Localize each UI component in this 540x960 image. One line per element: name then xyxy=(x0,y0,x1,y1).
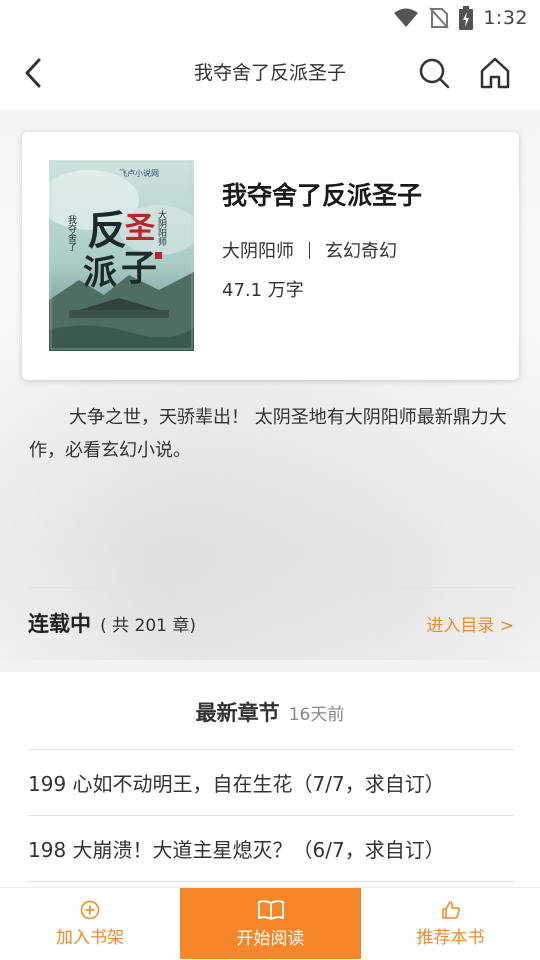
home-button[interactable] xyxy=(478,56,512,90)
recommend-book-button[interactable]: 推荐本书 xyxy=(361,888,540,959)
bottom-action-bar: 加入书架 开始阅读 推荐本书 xyxy=(0,887,540,960)
add-circle-icon xyxy=(80,900,100,919)
divider xyxy=(28,587,514,588)
thumbs-up-icon xyxy=(441,900,460,919)
search-icon xyxy=(419,58,450,89)
back-button[interactable] xyxy=(18,56,48,90)
divider xyxy=(28,749,514,750)
recommend-book-label: 推荐本书 xyxy=(416,927,485,948)
serial-status-row: 连载中 ( 共 201 章) 进入目录 > xyxy=(28,608,514,642)
back-arrow-icon xyxy=(25,58,41,88)
chapter-item[interactable]: 199 心如不动明王，自在生花（7/7，求自订） xyxy=(28,768,514,797)
no-sim-icon xyxy=(429,7,450,29)
page-title: 我夺舍了反派圣子 xyxy=(193,62,346,84)
book-info-card: 飞卢小说网 反 圣 派 子 我夺舍了 大阴阳师 我夺舍了反派圣子 大阴阳师 玄幻… xyxy=(22,132,519,380)
book-meta: 大阴阳师 玄幻奇幻 xyxy=(222,237,397,263)
book-word-count: 47.1 万字 xyxy=(222,280,304,301)
wifi-icon xyxy=(393,7,419,29)
cover-title-char-3: 派 xyxy=(83,253,117,293)
book-title: 我夺舍了反派圣子 xyxy=(222,181,423,210)
book-author[interactable]: 大阴阳师 xyxy=(222,237,294,263)
battery-charging-icon xyxy=(459,6,474,30)
latest-chapters-title: 最新章节 xyxy=(195,701,280,725)
table-of-contents-link[interactable]: 进入目录 > xyxy=(426,611,514,636)
chapter-count: ( 共 201 章) xyxy=(100,616,197,636)
cover-seal xyxy=(155,252,162,259)
latest-chapters-header: 最新章节 16天前 xyxy=(0,697,540,727)
divider xyxy=(28,815,514,816)
home-icon xyxy=(480,57,510,89)
start-reading-label: 开始阅读 xyxy=(236,928,305,949)
search-button[interactable] xyxy=(418,57,450,89)
add-to-shelf-button[interactable]: 加入书架 xyxy=(0,888,180,959)
cover-publisher: 飞卢小说网 xyxy=(119,168,159,178)
navigation-bar: 我夺舍了反派圣子 xyxy=(0,36,540,110)
open-book-icon xyxy=(257,899,284,920)
cover-title-char-2: 圣 xyxy=(125,211,156,246)
book-description: 大争之世，天骄辈出！ 太阴圣地有大阴阳师最新鼎力大作，必看玄幻小说。 xyxy=(29,407,507,461)
section-gap xyxy=(0,660,540,672)
clock-time: 1:32 xyxy=(483,7,528,29)
start-reading-button[interactable]: 开始阅读 xyxy=(180,888,361,959)
add-to-shelf-label: 加入书架 xyxy=(56,927,124,948)
cover-author: 大阴阳师 xyxy=(156,209,167,247)
book-cover[interactable]: 飞卢小说网 反 圣 派 子 我夺舍了 大阴阳师 xyxy=(49,160,194,351)
cover-title-char-4: 子 xyxy=(121,247,157,289)
latest-updated-time: 16天前 xyxy=(288,705,345,725)
divider xyxy=(28,881,514,882)
chapter-item[interactable]: 198 大崩溃！大道主星熄灭？（6/7，求自订） xyxy=(28,834,514,863)
meta-separator xyxy=(309,241,310,259)
book-genre[interactable]: 玄幻奇幻 xyxy=(325,237,397,263)
serial-status: 连载中 xyxy=(28,612,91,636)
status-bar: 1:32 xyxy=(0,0,540,36)
cover-subtitle: 我夺舍了 xyxy=(66,215,77,251)
